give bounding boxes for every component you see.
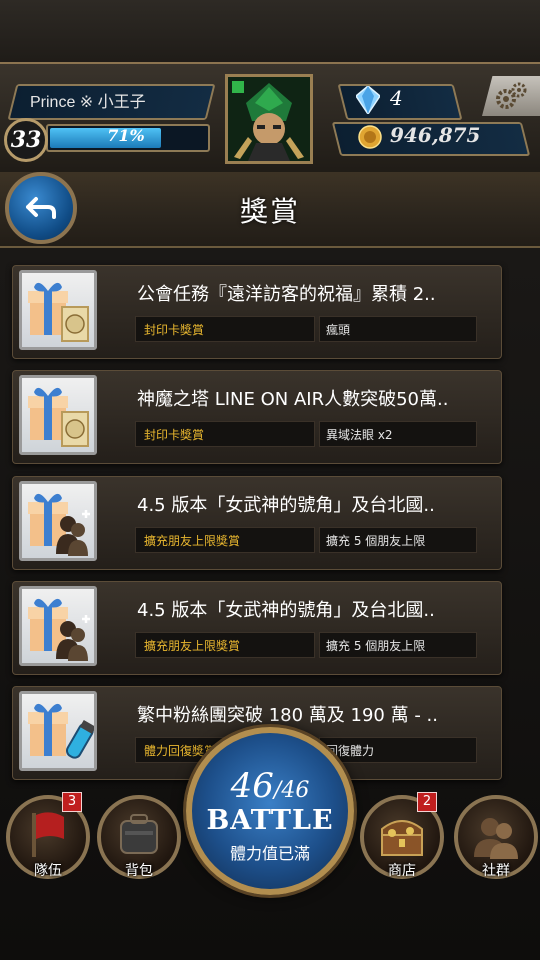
stamina-max: /46	[273, 778, 310, 803]
gear-icon	[496, 82, 527, 109]
shop-badge: 2	[417, 792, 437, 812]
back-button[interactable]	[5, 172, 77, 244]
reward-item: 擴充 5 個朋友上限	[326, 534, 426, 548]
reward-thumbnail	[19, 586, 97, 666]
reward-item: 異域法眼 x2	[326, 428, 393, 442]
nav-social-label: 社群	[482, 863, 510, 879]
stamina-current: 46	[230, 766, 274, 806]
reward-tag-box: 封印卡獎賞	[135, 421, 315, 447]
reward-thumbnail	[19, 375, 97, 455]
nav-team-label: 隊伍	[34, 863, 62, 879]
reward-row[interactable]: 4.5 版本「女武神的號角」及台北國.. 擴充朋友上限獎賞 擴充 5 個朋友上限	[12, 476, 502, 570]
battle-label: BATTLE	[206, 805, 334, 836]
reward-tag: 擴充朋友上限獎賞	[144, 639, 241, 653]
reward-tag-box: 封印卡獎賞	[135, 316, 315, 342]
coin-count: 946,875	[390, 123, 481, 147]
back-arrow-icon	[26, 197, 56, 219]
leader-portrait-icon	[228, 77, 310, 161]
diamond-icon	[355, 85, 381, 118]
reward-thumbnail	[19, 270, 97, 350]
player-name: Prince ※ 小王子	[30, 94, 146, 111]
stamina-display: 46/46	[186, 766, 354, 806]
reward-item-box: 擴充 5 個朋友上限	[319, 632, 477, 658]
nav-bag-label: 背包	[125, 863, 153, 879]
coin-icon	[358, 125, 382, 153]
stamina-status: 體力值已滿	[229, 844, 310, 863]
gift-box-icon	[28, 282, 89, 342]
gem-count: 4	[390, 86, 403, 110]
reward-item-box: 回復體力	[319, 737, 477, 763]
reward-tag: 擴充朋友上限獎賞	[144, 534, 241, 548]
player-avatar[interactable]	[225, 74, 313, 164]
friend-slot-gift-icon	[28, 598, 90, 661]
reward-thumbnail	[19, 691, 97, 771]
reward-title: 4.5 版本「女武神的號角」及台北國..	[137, 495, 435, 516]
reward-row[interactable]: 神魔之塔 LINE ON AIR人數突破50萬.. 封印卡獎賞 異域法眼 x2	[12, 370, 502, 464]
reward-title: 4.5 版本「女武神的號角」及台北國..	[137, 600, 435, 621]
reward-thumbnail	[19, 481, 97, 561]
player-level: 33	[4, 118, 48, 162]
stamina-gift-icon	[28, 703, 94, 759]
exp-percent: 71%	[107, 126, 145, 145]
reward-item: 瘋頭	[326, 323, 351, 337]
reward-title: 繁中粉絲團突破 180 萬及 190 萬 - ..	[137, 705, 438, 726]
nav-shop-label: 商店	[388, 863, 416, 879]
reward-row[interactable]: 公會任務『遠洋訪客的祝福』累積 2.. 封印卡獎賞 瘋頭	[12, 265, 502, 359]
reward-tag-box: 擴充朋友上限獎賞	[135, 527, 315, 553]
friend-slot-gift-icon	[28, 493, 90, 556]
reward-tag: 封印卡獎賞	[144, 428, 205, 442]
reward-row[interactable]: 4.5 版本「女武神的號角」及台北國.. 擴充朋友上限獎賞 擴充 5 個朋友上限	[12, 581, 502, 675]
reward-item-box: 異域法眼 x2	[319, 421, 477, 447]
reward-item: 擴充 5 個朋友上限	[326, 639, 426, 653]
reward-title: 神魔之塔 LINE ON AIR人數突破50萬..	[137, 389, 449, 410]
reward-title: 公會任務『遠洋訪客的祝福』累積 2..	[137, 284, 436, 305]
reward-tag-box: 擴充朋友上限獎賞	[135, 632, 315, 658]
reward-tag: 封印卡獎賞	[144, 323, 205, 337]
reward-item-box: 擴充 5 個朋友上限	[319, 527, 477, 553]
page-title: 獎賞	[239, 195, 300, 228]
reward-item-box: 瘋頭	[319, 316, 477, 342]
team-badge: 3	[62, 792, 82, 812]
gift-box-icon	[28, 387, 89, 447]
